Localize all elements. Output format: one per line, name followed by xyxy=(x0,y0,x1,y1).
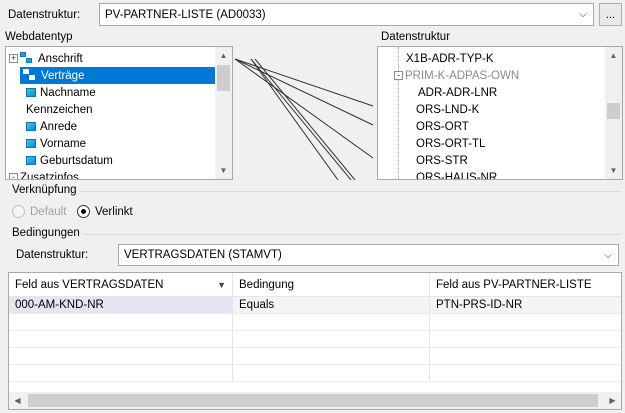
datenstruktur-label: Datenstruktur: xyxy=(8,9,81,21)
verknuepfung-title: Verknüpfung xyxy=(12,184,77,196)
column-header-bedingung[interactable]: Bedingung xyxy=(233,273,430,296)
datenstruktur-tree[interactable]: X1B-ADR-TYP-K - PRIM-K-ADPAS-OWN ADR-ADR… xyxy=(377,46,623,180)
scroll-down-icon[interactable]: ▼ xyxy=(605,162,622,179)
tree-item-geburtsdatum[interactable]: Geburtsdatum xyxy=(26,152,113,169)
bedingungen-struct-combobox[interactable]: VERTRAGSDATEN (STAMVT) ⌵ xyxy=(118,244,619,266)
webdatentyp-title: Webdatentyp xyxy=(5,31,73,43)
tree-item-nachname[interactable]: Nachname xyxy=(26,84,96,101)
tree-item-zusatzinfos[interactable]: - Zusatzinfos xyxy=(9,169,79,179)
tree-item-ors-lnd-k[interactable]: ORS-LND-K xyxy=(416,101,479,118)
scroll-up-icon[interactable]: ▲ xyxy=(215,47,232,64)
table-row[interactable]: 000-AM-KND-NR Equals PTN-PRS-ID-NR xyxy=(9,297,621,314)
table-cell[interactable]: Equals xyxy=(233,297,430,314)
table-row xyxy=(9,365,621,382)
table-cell[interactable]: PTN-PRS-ID-NR xyxy=(430,297,621,314)
expand-icon[interactable]: + xyxy=(9,54,18,63)
chevron-down-icon[interactable]: ⌵ xyxy=(598,245,618,265)
group-divider xyxy=(80,191,621,192)
mapping-line xyxy=(250,58,352,180)
grid-header: Feld aus VERTRAGSDATEN ▼ Bedingung Feld … xyxy=(9,273,621,297)
right-tree-scrollbar[interactable]: ▲ ▼ xyxy=(605,47,622,179)
browse-button[interactable]: ... xyxy=(599,3,622,26)
mapping-line xyxy=(254,58,356,180)
scroll-right-icon[interactable]: ▶ xyxy=(604,392,621,409)
scroll-up-icon[interactable]: ▲ xyxy=(605,47,622,64)
bedingungen-struct-label: Datenstruktur: xyxy=(16,249,89,261)
radio-default[interactable]: Default xyxy=(12,205,66,218)
mapping-line xyxy=(234,58,374,126)
tree-item-anschrift[interactable]: + Anschrift xyxy=(9,50,83,67)
table-row xyxy=(9,331,621,348)
tree-item-x1b-adr-typ-k[interactable]: X1B-ADR-TYP-K xyxy=(406,50,494,67)
tree-item-kennzeichen[interactable]: Kennzeichen xyxy=(26,101,93,118)
bedingungen-struct-value: VERTRAGSDATEN (STAMVT) xyxy=(124,249,282,261)
tree-item-ors-ort-tl[interactable]: ORS-ORT-TL xyxy=(416,135,485,152)
datenstruktur-value: PV-PARTNER-LISTE (AD0033) xyxy=(105,8,266,21)
scroll-thumb[interactable] xyxy=(607,103,620,119)
datenstruktur-combobox[interactable]: PV-PARTNER-LISTE (AD0033) ⌵ xyxy=(99,3,594,26)
field-icon xyxy=(26,88,36,97)
radio-indicator xyxy=(12,205,25,218)
table-row xyxy=(9,314,621,331)
mapping-lines xyxy=(234,58,374,180)
column-header-feld-pv-partner-liste[interactable]: Feld aus PV-PARTNER-LISTE xyxy=(430,273,621,296)
tree-item-ors-str[interactable]: ORS-STR xyxy=(416,152,468,169)
tree-item-anrede[interactable]: Anrede xyxy=(26,118,77,135)
table-row xyxy=(9,348,621,365)
webdatentyp-tree[interactable]: + Anschrift Verträge Nachname Kennzeiche… xyxy=(5,46,233,180)
chevron-down-icon[interactable]: ⌵ xyxy=(573,4,593,25)
group-divider xyxy=(83,234,621,235)
field-icon xyxy=(26,156,36,165)
radio-indicator xyxy=(77,205,90,218)
tree-item-ors-haus-nr[interactable]: ORS-HAUS-NR xyxy=(416,169,497,180)
datenstruktur-tree-title: Datenstruktur xyxy=(381,31,451,43)
group-icon xyxy=(20,52,34,65)
scroll-thumb[interactable] xyxy=(28,394,598,407)
collapse-icon[interactable]: - xyxy=(9,173,18,179)
bedingungen-grid[interactable]: Feld aus VERTRAGSDATEN ▼ Bedingung Feld … xyxy=(8,272,622,410)
field-icon xyxy=(26,122,36,131)
scroll-down-icon[interactable]: ▼ xyxy=(215,162,232,179)
column-header-feld-vertragsdaten[interactable]: Feld aus VERTRAGSDATEN ▼ xyxy=(9,273,233,296)
scroll-left-icon[interactable]: ◀ xyxy=(9,392,26,409)
group-icon xyxy=(23,69,37,82)
mapping-line xyxy=(250,58,339,180)
bedingungen-title: Bedingungen xyxy=(12,227,80,239)
field-icon xyxy=(26,139,36,148)
tree-item-vertraege[interactable]: Verträge xyxy=(20,67,215,84)
mapping-line xyxy=(234,58,374,159)
tree-item-vorname[interactable]: Vorname xyxy=(26,135,86,152)
grid-horizontal-scrollbar[interactable]: ◀ ▶ xyxy=(9,392,621,409)
table-cell[interactable]: 000-AM-KND-NR xyxy=(9,297,233,314)
scroll-thumb[interactable] xyxy=(217,65,230,91)
tree-item-adr-adr-lnr[interactable]: ADR-ADR-LNR xyxy=(418,84,497,101)
left-tree-scrollbar[interactable]: ▲ ▼ xyxy=(215,47,232,179)
collapse-icon[interactable]: - xyxy=(394,71,403,80)
radio-verlinkt[interactable]: Verlinkt xyxy=(77,205,133,218)
dropdown-arrow-icon[interactable]: ▼ xyxy=(217,280,226,290)
tree-item-prim-k-adpas-own[interactable]: - PRIM-K-ADPAS-OWN xyxy=(394,67,519,84)
tree-item-ors-ort[interactable]: ORS-ORT xyxy=(416,118,469,135)
